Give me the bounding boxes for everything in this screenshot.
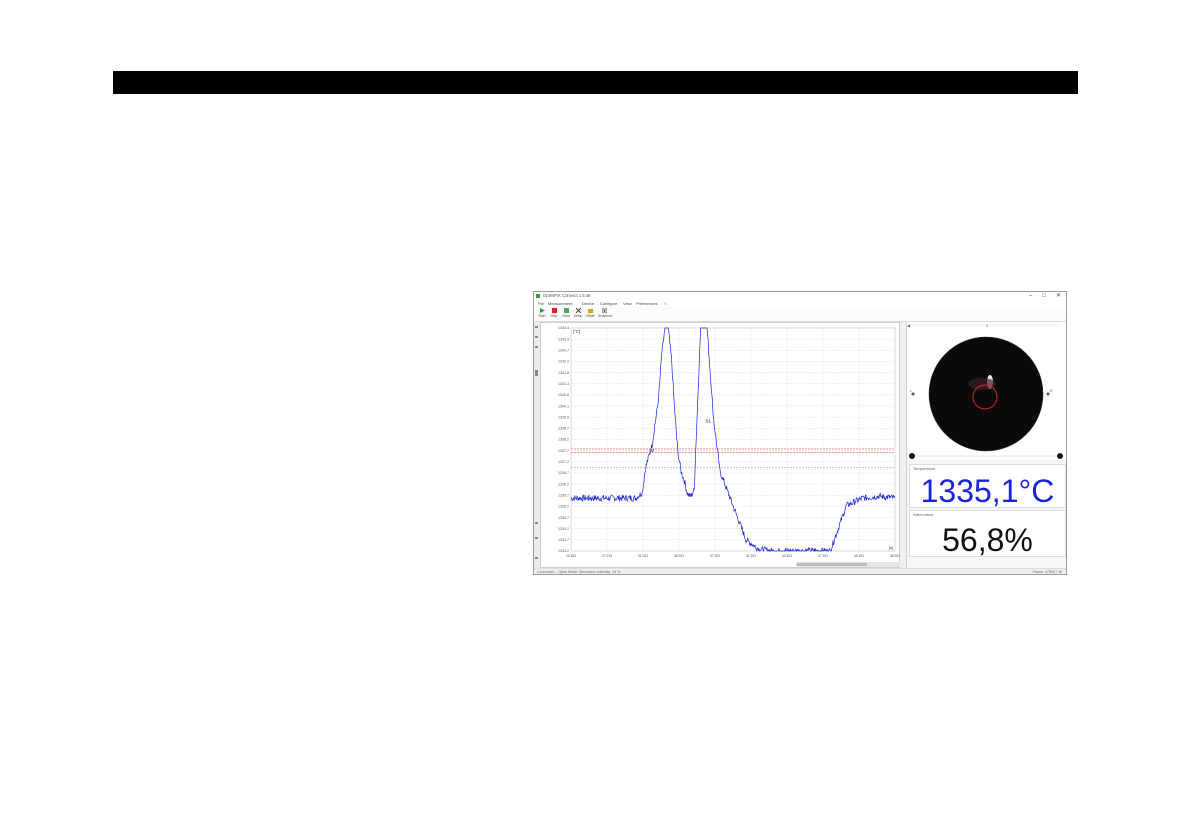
maximize-button[interactable]: □: [1042, 292, 1046, 300]
y-tick-label: 1342.7: [558, 349, 569, 353]
line-chart[interactable]: 1344.4 1343.5 1342.7 1342.2 1341.8 1341.3 1340…: [541, 323, 901, 569]
minimize-button[interactable]: –: [1029, 292, 1032, 300]
app-window: OptrisPIX Connect 1.5.48 – □ ✕ File Meas…: [533, 291, 1067, 575]
y-tick-label: 1336.7: [558, 471, 569, 475]
x-tick-label: 35.391: [674, 554, 684, 558]
slider-knob-left[interactable]: [909, 453, 915, 459]
y-tick-label: 1340.8: [558, 393, 569, 397]
x-tick-label: 31.391: [638, 554, 648, 558]
marker-s2: S2: [649, 448, 655, 453]
x-tick-label: 43.391: [782, 554, 792, 558]
app-icon: [536, 294, 540, 298]
y-tick-label: 1341.8: [558, 371, 569, 375]
status-text-left: Connected – Open Mode: Simulation Intens…: [537, 570, 621, 574]
attenuation-display: Attenuation 56,8%: [909, 510, 1066, 557]
tools-icon: [575, 308, 581, 313]
status-text-right: Frame: 47593 / 48: [1032, 570, 1062, 574]
clear-button[interactable]: Clear: [560, 308, 572, 320]
viewer-top-label: 0: [986, 324, 988, 328]
y-tick-label: 1333.7: [558, 538, 569, 542]
y-tick-label: 1340.1: [558, 404, 569, 408]
x-tick-label: 41.391: [746, 554, 756, 558]
play-icon: [539, 308, 545, 313]
attenuation-label: Attenuation: [913, 512, 934, 517]
sidebar-tool-icon[interactable]: [535, 522, 538, 524]
y-tick-label: 1335.7: [558, 493, 569, 497]
viewer-right-label: R: [1050, 389, 1053, 393]
menu-configure[interactable]: Configure: [600, 301, 617, 306]
sidebar-tool-icon[interactable]: [535, 346, 538, 348]
marker-s1: S1: [705, 418, 711, 423]
sidebar-tool-icon[interactable]: [535, 326, 538, 328]
x-tick-label: 48.391: [890, 554, 900, 558]
menu-measurement[interactable]: Measurement: [548, 301, 572, 306]
menu-help[interactable]: ?: [664, 301, 666, 306]
y-tick-label: 1338.2: [558, 438, 569, 442]
stop-icon: [551, 308, 557, 313]
y-tick-label: 1334.2: [558, 527, 569, 531]
y-tick-label: 1344.4: [558, 326, 569, 330]
y-tick-label: 1337.7: [558, 449, 569, 453]
offset-button[interactable]: Offset: [584, 308, 596, 320]
sidebar-tool-icon[interactable]: [535, 557, 538, 559]
y-tick-label: 1343.5: [558, 337, 569, 341]
snapshot-button[interactable]: Snapshot: [598, 308, 612, 320]
temperature-display: Temperature 1335,1°C: [909, 464, 1066, 508]
y-unit-label: [°C]: [573, 329, 580, 334]
temperature-value: 1335,1°C: [920, 473, 1055, 509]
y-tick-label: 1335.2: [558, 505, 569, 509]
scrollbar-thumb[interactable]: [797, 563, 867, 566]
sidebar-tool-icon[interactable]: [535, 370, 538, 376]
lens-image: [929, 337, 1043, 451]
sidebar-tool-icon[interactable]: [535, 336, 538, 338]
menu-preferences[interactable]: Preferences: [636, 301, 658, 306]
y-tick-label: 1341.3: [558, 382, 569, 386]
temperature-label: Temperature: [913, 466, 936, 471]
y-tick-label: 1333.2: [558, 549, 569, 553]
stop-button[interactable]: Stop: [548, 308, 560, 320]
temperature-plot[interactable]: 1344.4 1343.5 1342.7 1342.2 1341.8 1341.3 1340…: [540, 322, 900, 568]
x-unit-label: [s]: [889, 545, 893, 550]
offset-icon: [587, 309, 593, 313]
title-bar: OptrisPIX Connect 1.5.48 – □ ✕: [534, 292, 1066, 300]
toolbar: Start Stop Clear Setup Offset Snapshot: [534, 307, 1066, 322]
viewer-left-label: L: [910, 389, 912, 393]
close-button[interactable]: ✕: [1056, 292, 1061, 300]
sidebar-tool-icon[interactable]: [535, 537, 538, 539]
y-tick-label: 1337.2: [558, 460, 569, 464]
menu-view[interactable]: View: [623, 301, 632, 306]
horizontal-scrollbar[interactable]: [796, 562, 900, 567]
viewer-top-left-label: ◀: [907, 323, 911, 328]
y-tick-label: 1339.5: [558, 415, 569, 419]
viewer-canvas: ◀ 0 L R: [907, 323, 1063, 459]
header-bar: [113, 71, 1078, 94]
window-title: OptrisPIX Connect 1.5.48: [543, 293, 591, 298]
camera-viewer[interactable]: ◀ 0 L R: [907, 322, 1066, 460]
x-tick-label: 49.391: [854, 554, 864, 558]
x-tick-label: 37.391: [710, 554, 720, 558]
attenuation-value: 56,8%: [942, 522, 1033, 558]
x-tick-label: 27.219: [602, 554, 612, 558]
menu-device[interactable]: Device: [582, 301, 594, 306]
y-tick-label: 1336.2: [558, 482, 569, 486]
y-tick-label: 1338.7: [558, 427, 569, 431]
right-panel: ◀ 0 L R Temperature 1335,1°C Attenuation…: [906, 322, 1066, 568]
start-button[interactable]: Start: [536, 308, 548, 320]
clear-icon: [563, 308, 569, 313]
setup-button[interactable]: Setup: [572, 308, 584, 320]
slider-knob-right[interactable]: [1057, 453, 1063, 459]
y-tick-label: 1334.7: [558, 516, 569, 520]
camera-icon: [601, 308, 607, 313]
x-tick-label: 47.391: [818, 554, 828, 558]
status-bar: Connected – Open Mode: Simulation Intens…: [534, 568, 1066, 574]
x-tick-label: 24.391: [566, 554, 576, 558]
y-tick-label: 1342.2: [558, 360, 569, 364]
menu-file[interactable]: File: [538, 301, 544, 306]
menu-bar: File Measurement Device Configure View P…: [534, 300, 1066, 307]
